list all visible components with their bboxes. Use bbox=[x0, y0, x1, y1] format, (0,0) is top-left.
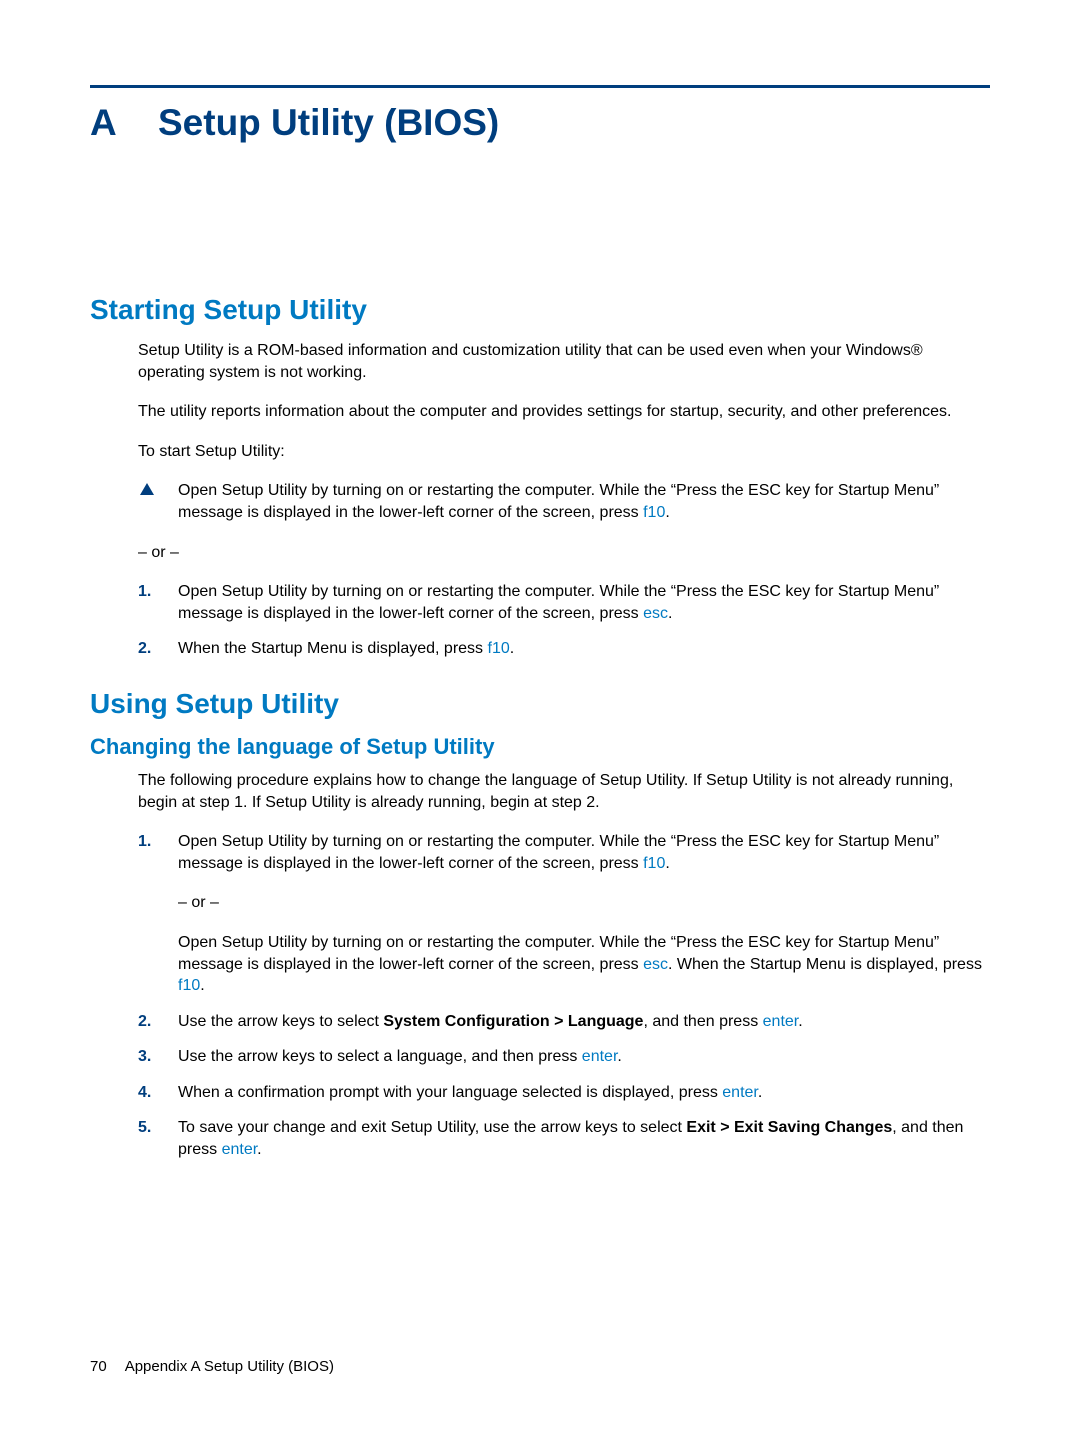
list-item-text: Use the arrow keys to select a language,… bbox=[178, 1046, 990, 1068]
key-f10: f10 bbox=[643, 855, 665, 872]
list-item: 1. Open Setup Utility by turning on or r… bbox=[138, 581, 990, 624]
top-rule bbox=[90, 85, 990, 88]
list-item-text: To save your change and exit Setup Utili… bbox=[178, 1117, 990, 1160]
ordered-list: 1. Open Setup Utility by turning on or r… bbox=[90, 581, 990, 660]
appendix-title-text: Setup Utility (BIOS) bbox=[158, 102, 499, 143]
subheading-changing-language: Changing the language of Setup Utility bbox=[90, 734, 990, 760]
key-f10: f10 bbox=[643, 504, 665, 521]
list-item: 2. When the Startup Menu is displayed, p… bbox=[138, 638, 990, 660]
key-f10: f10 bbox=[178, 977, 200, 994]
key-enter: enter bbox=[582, 1048, 618, 1065]
or-separator: – or – bbox=[90, 542, 990, 564]
key-enter: enter bbox=[222, 1141, 258, 1158]
list-item-text: Open Setup Utility by turning on or rest… bbox=[178, 480, 990, 523]
appendix-title: ASetup Utility (BIOS) bbox=[90, 102, 990, 144]
list-number: 5. bbox=[138, 1117, 178, 1160]
key-esc: esc bbox=[643, 956, 668, 973]
list-number: 1. bbox=[138, 581, 178, 624]
list-item: 1. Open Setup Utility by turning on or r… bbox=[138, 831, 990, 997]
para: To start Setup Utility: bbox=[90, 441, 990, 463]
list-item-text: Open Setup Utility by turning on or rest… bbox=[178, 581, 990, 624]
heading-using-setup-utility: Using Setup Utility bbox=[90, 688, 990, 720]
key-f10: f10 bbox=[488, 640, 510, 657]
list-number: 2. bbox=[138, 638, 178, 660]
or-separator: – or – bbox=[178, 892, 990, 914]
list-item: 3. Use the arrow keys to select a langua… bbox=[138, 1046, 990, 1068]
key-enter: enter bbox=[722, 1084, 758, 1101]
heading-starting-setup-utility: Starting Setup Utility bbox=[90, 294, 990, 326]
para: The following procedure explains how to … bbox=[90, 770, 990, 813]
list-item: Open Setup Utility by turning on or rest… bbox=[138, 480, 990, 523]
para: Setup Utility is a ROM-based information… bbox=[90, 340, 990, 383]
list-item-text: Open Setup Utility by turning on or rest… bbox=[178, 831, 990, 997]
list-item: 5. To save your change and exit Setup Ut… bbox=[138, 1117, 990, 1160]
triangle-bullet-icon bbox=[138, 480, 178, 523]
key-esc: esc bbox=[643, 605, 668, 622]
appendix-letter: A bbox=[90, 102, 158, 144]
key-enter: enter bbox=[763, 1013, 799, 1030]
page-container: ASetup Utility (BIOS) Starting Setup Uti… bbox=[0, 0, 1080, 1161]
list-item-text: When a confirmation prompt with your lan… bbox=[178, 1082, 990, 1104]
page-number: 70 bbox=[90, 1358, 107, 1375]
ordered-list: 1. Open Setup Utility by turning on or r… bbox=[90, 831, 990, 1161]
list-item: 2. Use the arrow keys to select System C… bbox=[138, 1011, 990, 1033]
page-footer: 70 Appendix A Setup Utility (BIOS) bbox=[90, 1358, 334, 1375]
bullet-list: Open Setup Utility by turning on or rest… bbox=[90, 480, 990, 523]
list-item-text: Use the arrow keys to select System Conf… bbox=[178, 1011, 990, 1033]
list-number: 4. bbox=[138, 1082, 178, 1104]
list-number: 3. bbox=[138, 1046, 178, 1068]
list-item: 4. When a confirmation prompt with your … bbox=[138, 1082, 990, 1104]
list-item-text: When the Startup Menu is displayed, pres… bbox=[178, 638, 990, 660]
para: The utility reports information about th… bbox=[90, 401, 990, 423]
list-number: 1. bbox=[138, 831, 178, 997]
footer-label: Appendix A Setup Utility (BIOS) bbox=[125, 1358, 334, 1375]
list-number: 2. bbox=[138, 1011, 178, 1033]
